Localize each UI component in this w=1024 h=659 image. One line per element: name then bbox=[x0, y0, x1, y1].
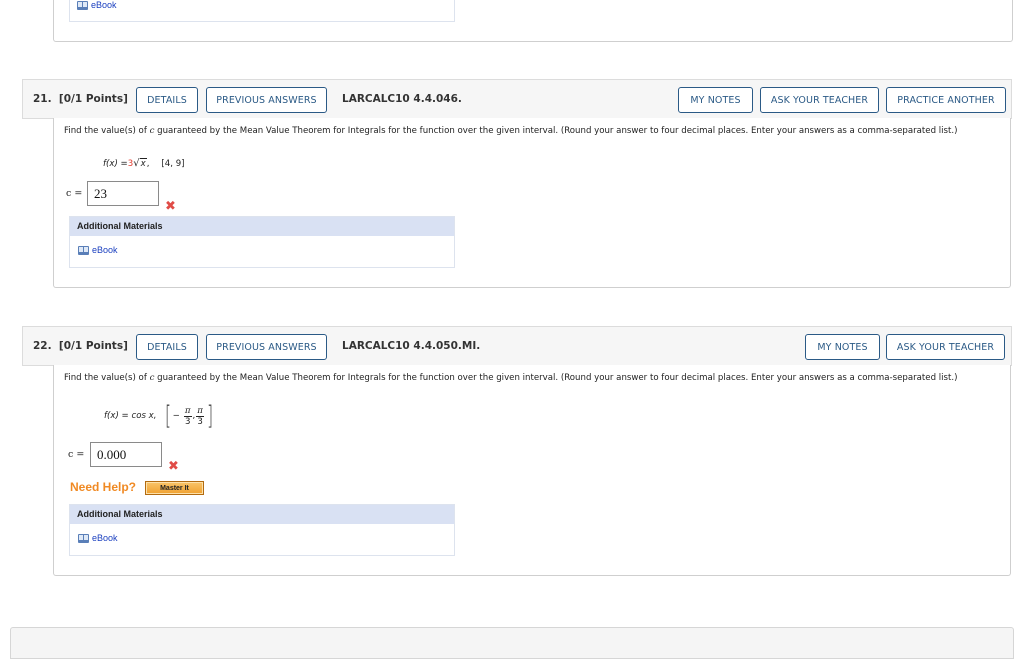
ebook-label: eBook bbox=[91, 0, 117, 10]
previous-additional-materials bbox=[69, 0, 455, 22]
question-21-body: Find the value(s) of c guaranteed by the… bbox=[53, 118, 1011, 288]
details-button[interactable]: DETAILS bbox=[136, 87, 198, 113]
need-help-label: Need Help? bbox=[70, 480, 137, 494]
answer-label: c = bbox=[66, 188, 83, 199]
function-expression: f(x) = cos x, [ − π 3 , π 3 ] bbox=[104, 401, 214, 431]
previous-ebook-link[interactable]: eBook bbox=[77, 0, 117, 10]
answer-label: c = bbox=[68, 449, 85, 460]
question-prompt: Find the value(s) of c guaranteed by the… bbox=[64, 126, 958, 136]
additional-materials-title: Additional Materials bbox=[70, 217, 454, 236]
book-icon bbox=[78, 245, 89, 255]
ebook-link[interactable]: eBook bbox=[78, 533, 118, 543]
book-icon bbox=[77, 0, 88, 10]
additional-materials-title: Additional Materials bbox=[70, 505, 454, 524]
master-it-button[interactable]: Master It bbox=[145, 481, 204, 495]
details-button[interactable]: DETAILS bbox=[136, 334, 198, 360]
ebook-label: eBook bbox=[92, 533, 118, 543]
question-code: LARCALC10 4.4.046. bbox=[342, 93, 462, 105]
answer-input[interactable] bbox=[87, 181, 159, 206]
fraction-left: π 3 bbox=[183, 405, 192, 427]
previous-answers-button[interactable]: PREVIOUS ANSWERS bbox=[206, 334, 327, 360]
additional-materials-panel: Additional Materials bbox=[69, 504, 455, 556]
practice-another-button[interactable]: PRACTICE ANOTHER bbox=[886, 87, 1006, 113]
question-21-header: 21. [0/1 Points] DETAILS PREVIOUS ANSWER… bbox=[22, 79, 1012, 119]
my-notes-button[interactable]: MY NOTES bbox=[678, 87, 753, 113]
answer-input[interactable] bbox=[90, 442, 162, 467]
ask-your-teacher-button[interactable]: ASK YOUR TEACHER bbox=[760, 87, 879, 113]
ask-your-teacher-button[interactable]: ASK YOUR TEACHER bbox=[886, 334, 1005, 360]
additional-materials-panel: Additional Materials bbox=[69, 216, 455, 268]
question-22-header: 22. [0/1 Points] DETAILS PREVIOUS ANSWER… bbox=[22, 326, 1012, 366]
right-bracket: ] bbox=[206, 401, 214, 431]
book-icon bbox=[78, 533, 89, 543]
question-number: 21. [0/1 Points] bbox=[33, 93, 128, 105]
question-prompt: Find the value(s) of c guaranteed by the… bbox=[64, 373, 958, 383]
function-expression: f(x) = 3 √ x , [4, 9] bbox=[103, 158, 185, 169]
question-22-body: Find the value(s) of c guaranteed by the… bbox=[53, 365, 1011, 576]
my-notes-button[interactable]: MY NOTES bbox=[805, 334, 880, 360]
incorrect-x-icon: ✖ bbox=[165, 199, 176, 214]
ebook-link[interactable]: eBook bbox=[78, 245, 118, 255]
ebook-label: eBook bbox=[92, 245, 118, 255]
left-bracket: [ bbox=[164, 401, 171, 431]
question-code: LARCALC10 4.4.050.MI. bbox=[342, 340, 481, 352]
sqrt-symbol: √ x bbox=[133, 158, 147, 169]
question-number: 22. [0/1 Points] bbox=[33, 340, 128, 352]
next-question-header bbox=[10, 627, 1014, 659]
previous-answers-button[interactable]: PREVIOUS ANSWERS bbox=[206, 87, 327, 113]
fraction-right: π 3 bbox=[196, 405, 204, 427]
incorrect-x-icon: ✖ bbox=[168, 459, 179, 474]
